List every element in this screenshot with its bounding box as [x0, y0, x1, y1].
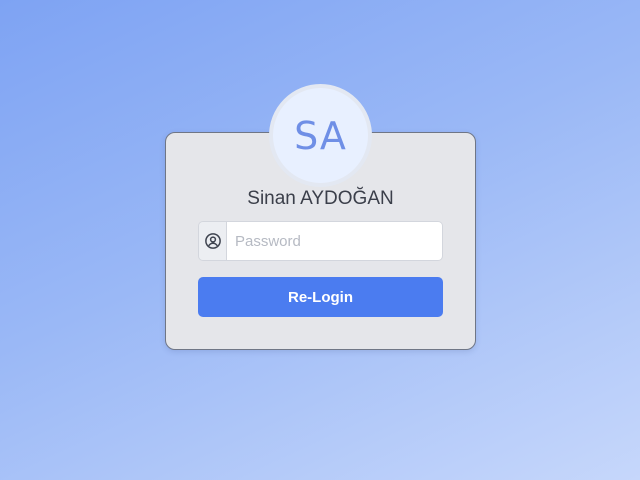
avatar: SA — [269, 84, 372, 187]
avatar-initials: SA — [294, 113, 347, 158]
password-input-group — [198, 221, 443, 261]
password-input[interactable] — [227, 222, 442, 260]
user-circle-icon — [199, 222, 227, 260]
user-name: Sinan AYDOĞAN — [247, 188, 394, 209]
relogin-button[interactable]: Re-Login — [198, 277, 443, 317]
